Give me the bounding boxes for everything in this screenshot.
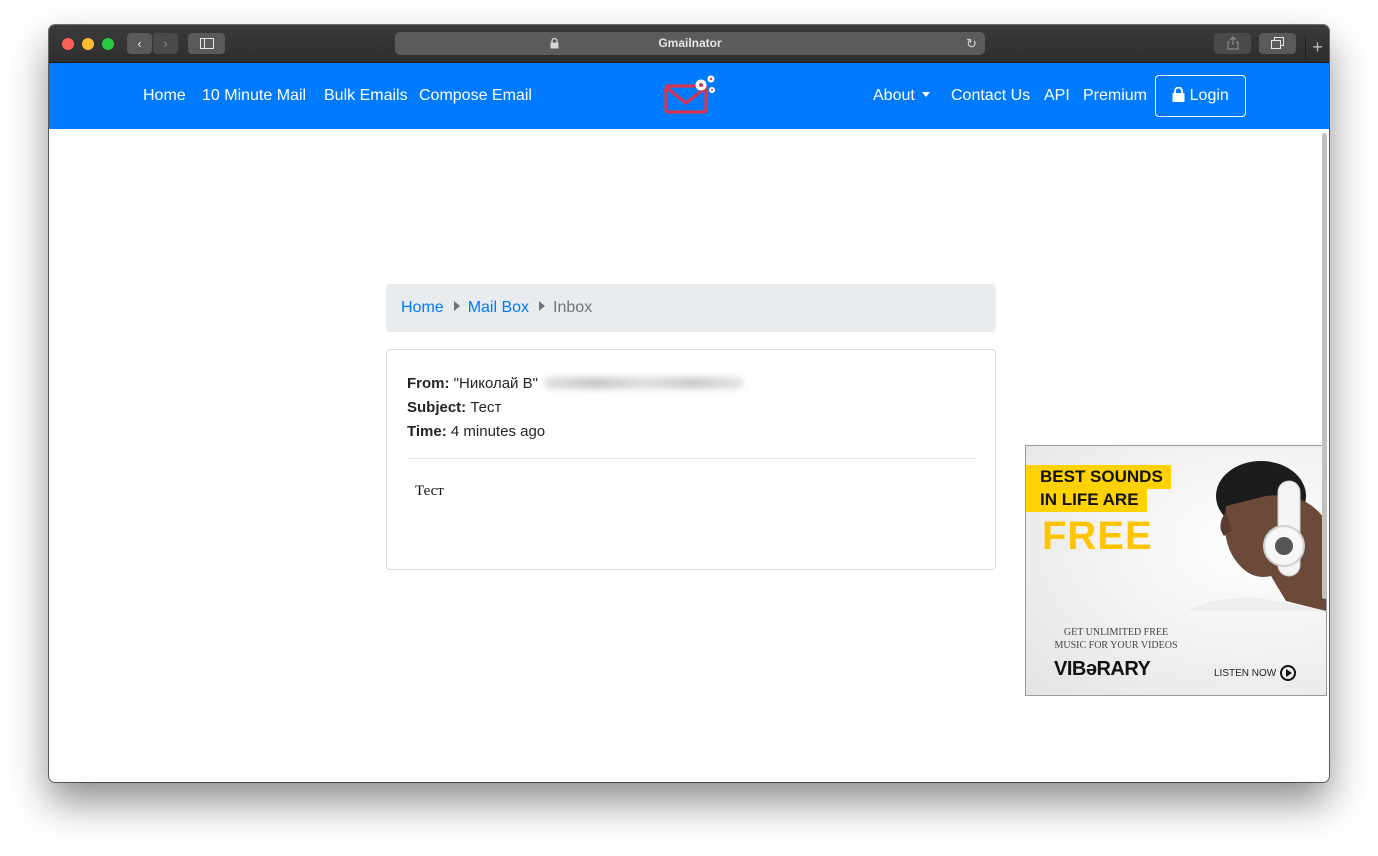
login-label: Login [1189,87,1229,104]
forward-button[interactable]: › [153,33,178,54]
share-icon [1226,36,1239,50]
plus-icon: + [1312,37,1323,57]
ad-headline-3: FREE [1042,514,1153,558]
address-bar[interactable]: Gmailnator ↻ [395,32,985,55]
breadcrumb-mailbox[interactable]: Mail Box [468,299,529,316]
breadcrumb-home[interactable]: Home [401,299,444,316]
site-navbar: Home 10 Minute Mail Bulk Emails Compose … [49,63,1329,129]
close-window-button[interactable] [62,38,74,50]
email-time-row: Time: 4 minutes ago [407,423,545,440]
share-button[interactable] [1214,33,1251,54]
time-label: Time: [407,423,447,440]
page-scrollbar[interactable] [1322,133,1327,599]
lock-icon [1172,86,1185,102]
email-card: From: "Николай В" Subject: Тест Time: 4 … [386,349,996,570]
nav-api-link[interactable]: API [1044,87,1070,105]
ad-subtext-line-1: GET UNLIMITED FREE [1063,627,1169,638]
login-button[interactable]: Login [1155,75,1246,117]
minimize-window-button[interactable] [82,38,94,50]
back-button[interactable]: ‹ [127,33,152,54]
ad-headline-1: BEST SOUNDS [1026,465,1171,489]
nav-home-link[interactable]: Home [143,87,186,105]
nav-contact-link[interactable]: Contact Us [951,87,1030,105]
divider [407,458,975,459]
browser-toolbar: ‹ › Gmailnator ↻ + [49,25,1329,63]
ad-listen-now-button[interactable]: LISTEN NOW [1214,665,1297,681]
nav-premium-link[interactable]: Premium [1083,87,1147,105]
nav-about-dropdown[interactable]: About [873,87,930,105]
breadcrumb-inbox: Inbox [553,299,593,316]
caret-down-icon [921,92,930,97]
advertisement-banner[interactable]: BEST SOUNDS IN LIFE ARE FREE GET UNLIMIT… [1025,445,1327,696]
lock-icon [550,32,559,58]
play-icon [1280,665,1297,681]
email-from-row: From: "Николай В" [407,375,744,392]
person-headphones-image [1186,461,1326,611]
nav-10-minute-mail-link[interactable]: 10 Minute Mail [202,87,306,105]
breadcrumb: Home Mail Box Inbox [386,284,996,332]
zoom-window-button[interactable] [102,38,114,50]
new-tab-button[interactable]: + [1305,36,1329,60]
site-logo[interactable] [661,73,721,119]
email-body: Тест [415,483,444,499]
chevron-left-icon: ‹ [137,36,142,51]
subject-value: Тест [470,399,502,416]
ad-subtext: GET UNLIMITED FREE MUSIC FOR YOUR VIDEOS [1046,626,1186,652]
time-value: 4 minutes ago [450,423,546,440]
envelope-gears-logo-icon [664,75,715,114]
nav-bulk-emails-link[interactable]: Bulk Emails [324,87,408,105]
page-title: Gmailnator [658,36,722,50]
nav-about-label: About [873,87,915,104]
caret-right-icon [539,301,546,311]
ad-cta-label: LISTEN NOW [1214,668,1277,679]
show-tabs-button[interactable] [1259,33,1296,54]
browser-window: ‹ › Gmailnator ↻ + Home 10 Minute Mail B… [49,25,1329,782]
chevron-right-icon: › [163,36,168,51]
caret-right-icon [453,301,460,311]
redacted-email-address [543,377,744,389]
ad-brand-logo: VIBəRARY [1054,658,1151,680]
from-value: "Николай В" [453,375,538,392]
ad-headline-2: IN LIFE ARE [1026,488,1147,512]
sidebar-icon [199,38,214,49]
reload-icon[interactable]: ↻ [966,32,977,55]
subject-label: Subject: [407,399,467,416]
email-subject-row: Subject: Тест [407,399,501,416]
nav-compose-email-link[interactable]: Compose Email [419,87,532,105]
from-label: From: [407,375,450,392]
sidebar-toggle-button[interactable] [188,33,225,54]
tabs-icon [1271,37,1284,49]
ad-subtext-line-2: MUSIC FOR YOUR VIDEOS [1054,640,1178,651]
